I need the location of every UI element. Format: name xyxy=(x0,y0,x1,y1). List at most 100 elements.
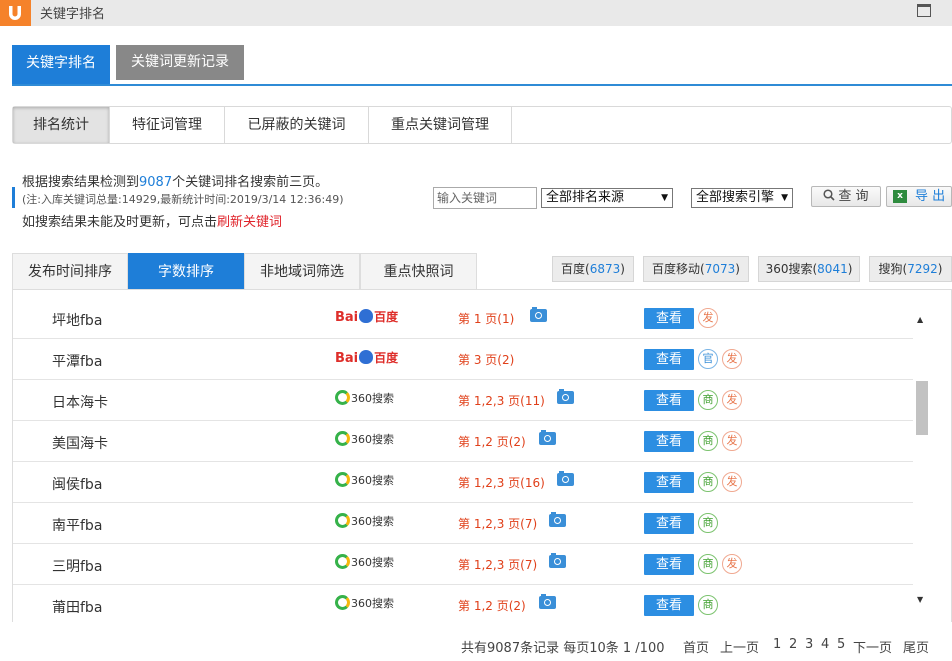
keyword-search-input[interactable] xyxy=(433,187,537,209)
tab-sort-word-count[interactable]: 字数排序 xyxy=(128,253,244,290)
publish-badge[interactable]: 发 xyxy=(722,472,742,492)
view-button[interactable]: 查看 xyxy=(644,513,694,534)
keyword-cell: 三明fba xyxy=(52,559,103,575)
pager-page-4[interactable]: 4 xyxy=(821,637,829,652)
summary-prefix: 根据搜索结果检测到 xyxy=(22,175,140,190)
engine-filter-360[interactable]: 360搜索(8041) xyxy=(758,256,860,282)
camera-icon[interactable] xyxy=(539,594,556,609)
keyword-cell: 南平fba xyxy=(52,518,103,534)
engine-count: 8041 xyxy=(817,262,848,276)
view-button[interactable]: 查看 xyxy=(644,472,694,493)
search360-logo: 360搜索 xyxy=(335,595,394,617)
keyword-cell: 莆田fba xyxy=(52,600,103,616)
pager-page-2[interactable]: 2 xyxy=(789,637,797,652)
business-badge[interactable]: 商 xyxy=(698,472,718,492)
publish-badge[interactable]: 发 xyxy=(722,554,742,574)
rank-source-select[interactable]: 全部排名来源 ▼ xyxy=(541,188,673,208)
stats-note: (注:入库关键词总量:14929,最新统计时间:2019/3/14 12:36:… xyxy=(22,193,344,206)
search360-logo: 360搜索 xyxy=(335,431,394,453)
tab-keyword-ranking[interactable]: 关键字排名 xyxy=(12,45,110,84)
business-badge[interactable]: 商 xyxy=(698,390,718,410)
camera-icon[interactable] xyxy=(530,307,547,322)
engine-count: 7292 xyxy=(907,262,938,276)
pager-prev[interactable]: 上一页 xyxy=(720,637,759,656)
list-scrollbar[interactable]: ▲ ▼ xyxy=(914,311,931,608)
search360-logo: 360搜索 xyxy=(335,513,394,535)
business-badge[interactable]: 商 xyxy=(698,554,718,574)
rank-cell[interactable]: 第 3 页(2) xyxy=(458,351,514,368)
publish-badge[interactable]: 发 xyxy=(698,308,718,328)
baidu-logo: Bai 百度 xyxy=(335,350,399,366)
subtab-feature-words[interactable]: 特征词管理 xyxy=(110,107,225,143)
rank-cell[interactable]: 第 1,2,3 页(11) xyxy=(458,392,545,409)
baidu-logo: Bai 百度 xyxy=(335,309,399,325)
publish-badge[interactable]: 发 xyxy=(722,431,742,451)
window-title: 关键字排名 xyxy=(40,7,106,22)
pager-next[interactable]: 下一页 xyxy=(853,637,892,656)
engine-filter-baidu-mobile[interactable]: 百度移动(7073) xyxy=(643,256,749,282)
subtab-blocked-keywords[interactable]: 已屏蔽的关键词 xyxy=(225,107,369,143)
info-accent-bar xyxy=(12,187,15,208)
business-badge[interactable]: 商 xyxy=(698,595,718,615)
view-button[interactable]: 查看 xyxy=(644,308,694,329)
camera-icon[interactable] xyxy=(549,553,566,568)
rank-cell[interactable]: 第 1,2,3 页(16) xyxy=(458,474,545,491)
view-button[interactable]: 查看 xyxy=(644,595,694,616)
maximize-icon[interactable] xyxy=(917,4,931,17)
table-row: 平潭fba Bai 百度 第 3 页(2) 查看官发 xyxy=(13,339,913,380)
subtab-key-keywords[interactable]: 重点关键词管理 xyxy=(369,107,512,143)
subtab-rank-stats[interactable]: 排名统计 xyxy=(13,107,110,143)
scroll-thumb[interactable] xyxy=(916,381,928,435)
pager-page-3[interactable]: 3 xyxy=(805,637,813,652)
official-badge[interactable]: 官 xyxy=(698,349,718,369)
engine-filter-baidu[interactable]: 百度(6873) xyxy=(552,256,634,282)
engine-filter-sogou[interactable]: 搜狗(7292) xyxy=(869,256,952,282)
view-button[interactable]: 查看 xyxy=(644,349,694,370)
pager-first[interactable]: 首页 xyxy=(683,637,709,656)
camera-icon[interactable] xyxy=(549,512,566,527)
view-button[interactable]: 查看 xyxy=(644,554,694,575)
search360-logo: 360搜索 xyxy=(335,390,394,412)
table-row: 坪地fba Bai 百度 第 1 页(1) 查看发 xyxy=(13,298,913,339)
search-engine-value: 全部搜索引擎 xyxy=(696,190,775,205)
pager-page-1[interactable]: 1 xyxy=(773,637,781,652)
sub-tabs: 排名统计 特征词管理 已屏蔽的关键词 重点关键词管理 xyxy=(12,106,952,144)
view-button[interactable]: 查看 xyxy=(644,390,694,411)
camera-icon[interactable] xyxy=(539,430,556,445)
scroll-down-icon[interactable]: ▼ xyxy=(917,595,923,604)
table-row: 南平fba 360搜索 第 1,2,3 页(7) 查看商 xyxy=(13,503,913,544)
publish-badge[interactable]: 发 xyxy=(722,349,742,369)
rank-cell[interactable]: 第 1,2 页(2) xyxy=(458,597,526,614)
refresh-keywords-link[interactable]: 刷新关键词 xyxy=(217,215,282,230)
keyword-cell: 闽侯fba xyxy=(52,477,103,493)
keyword-cell: 平潭fba xyxy=(52,354,103,370)
query-button[interactable]: 查 询 xyxy=(811,186,881,207)
rank-cell[interactable]: 第 1,2 页(2) xyxy=(458,433,526,450)
rank-cell[interactable]: 第 1 页(1) xyxy=(458,310,514,327)
table-row: 三明fba 360搜索 第 1,2,3 页(7) 查看商发 xyxy=(13,544,913,585)
tab-sort-publish-time[interactable]: 发布时间排序 xyxy=(12,253,128,290)
rank-source-value: 全部排名来源 xyxy=(546,190,625,205)
rank-cell[interactable]: 第 1,2,3 页(7) xyxy=(458,515,537,532)
search-engine-select[interactable]: 全部搜索引擎 ▼ xyxy=(691,188,793,208)
publish-badge[interactable]: 发 xyxy=(722,390,742,410)
view-button[interactable]: 查看 xyxy=(644,431,694,452)
keyword-cell: 坪地fba xyxy=(52,313,103,329)
camera-icon[interactable] xyxy=(557,471,574,486)
export-button[interactable]: x导 出 xyxy=(886,186,952,207)
pager-last[interactable]: 尾页 xyxy=(903,637,929,656)
detected-count: 9087 xyxy=(139,175,173,190)
tab-update-records[interactable]: 关键词更新记录 xyxy=(116,45,244,80)
tab-key-snapshot-words[interactable]: 重点快照词 xyxy=(360,253,477,290)
pager-page-5[interactable]: 5 xyxy=(837,637,845,652)
table-row: 日本海卡 360搜索 第 1,2,3 页(11) 查看商发 xyxy=(13,380,913,421)
tab-non-region-filter[interactable]: 非地域词筛选 xyxy=(244,253,360,290)
engine-name: 百度移动 xyxy=(652,262,701,276)
camera-icon[interactable] xyxy=(557,389,574,404)
excel-icon: x xyxy=(893,190,907,203)
rank-cell[interactable]: 第 1,2,3 页(7) xyxy=(458,556,537,573)
scroll-up-icon[interactable]: ▲ xyxy=(917,315,923,324)
table-row: 莆田fba 360搜索 第 1,2 页(2) 查看商 xyxy=(13,585,913,622)
business-badge[interactable]: 商 xyxy=(698,431,718,451)
business-badge[interactable]: 商 xyxy=(698,513,718,533)
